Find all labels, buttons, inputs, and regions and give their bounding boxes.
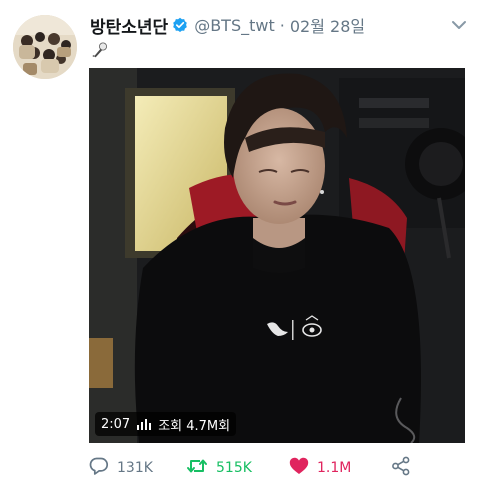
tweet-header: 방탄소년단 @BTS_twt · 02월 28일 — [90, 13, 365, 38]
avatar[interactable] — [13, 15, 77, 79]
tweet-card: 방탄소년단 @BTS_twt · 02월 28일 2:07 조회 4.7M회 1… — [0, 0, 480, 494]
speech-bubble-icon — [89, 456, 109, 481]
like-count: 1.1M — [317, 460, 352, 476]
video-player[interactable]: 2:07 조회 4.7M회 — [89, 68, 465, 443]
chevron-down-icon[interactable] — [448, 14, 470, 36]
video-info-overlay: 2:07 조회 4.7M회 — [95, 412, 237, 436]
retweet-button[interactable]: 515K — [186, 454, 252, 482]
verified-badge-icon — [172, 17, 188, 33]
video-duration: 2:07 — [101, 416, 131, 432]
signal-bars-icon — [137, 418, 152, 430]
tweet-date[interactable]: 02월 28일 — [290, 13, 365, 37]
heart-icon — [289, 457, 309, 480]
share-button[interactable] — [391, 454, 411, 482]
reply-button[interactable]: 131K — [89, 454, 153, 482]
display-name[interactable]: 방탄소년단 — [90, 13, 168, 38]
microphone-icon — [91, 41, 109, 59]
header-separator: · — [279, 15, 285, 35]
retweet-icon — [186, 456, 208, 481]
video-view-count: 조회 4.7M회 — [158, 418, 231, 434]
retweet-count: 515K — [216, 460, 252, 476]
tweet-actions: 131K 515K 1.1M — [89, 454, 419, 482]
user-handle[interactable]: @BTS_twt — [194, 16, 275, 35]
like-button[interactable]: 1.1M — [289, 454, 351, 482]
video-frame — [89, 68, 465, 443]
share-icon — [391, 456, 411, 481]
reply-count: 131K — [117, 460, 153, 476]
